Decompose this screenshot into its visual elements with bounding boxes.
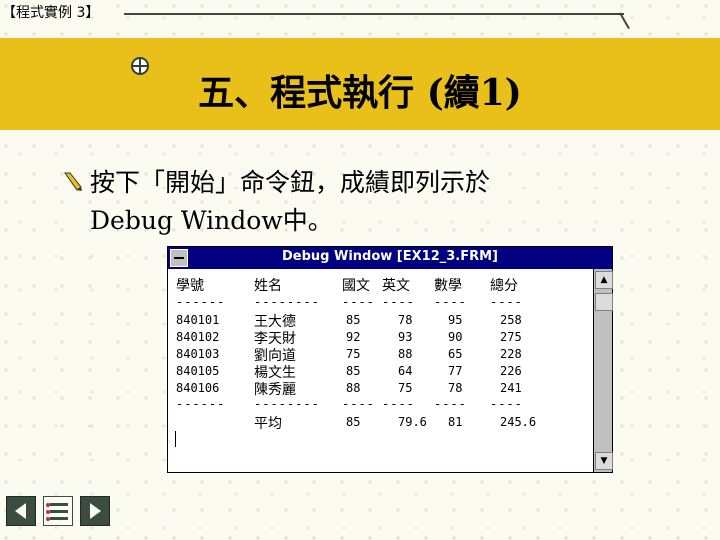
next-slide-button[interactable]	[80, 496, 110, 526]
cell-math: 77	[448, 364, 463, 378]
separator: ------	[176, 295, 226, 309]
arrow-right-icon	[90, 503, 101, 519]
debug-window: Debug Window [EX12_3.FRM] 學號 姓名 國文 英文 數學…	[167, 246, 613, 473]
cell-id: 840101	[176, 313, 220, 327]
debug-window-titlebar[interactable]: Debug Window [EX12_3.FRM]	[168, 247, 612, 269]
cell-english: 75	[398, 381, 413, 395]
slide-title: 五、程式執行 (續1)	[198, 72, 522, 114]
separator: --------	[254, 295, 320, 309]
cell-id: 840102	[176, 330, 220, 344]
header-rule	[124, 13, 624, 15]
debug-output[interactable]: 學號 姓名 國文 英文 數學 總分 ------ -------- ---- -…	[172, 271, 592, 469]
bullet-line-2: Debug Window中。	[90, 206, 333, 235]
cell-id: 840106	[176, 381, 220, 395]
separator: ----	[434, 295, 467, 309]
cell-english: 93	[398, 330, 413, 344]
cell-name: 陳秀麗	[254, 382, 296, 398]
cell-total: 228	[500, 347, 522, 361]
arrow-left-icon	[15, 503, 26, 519]
prev-slide-button[interactable]	[6, 496, 36, 526]
cell-chinese: 85	[346, 313, 361, 327]
cell-total: 258	[500, 313, 522, 327]
separator: ----	[342, 295, 375, 309]
separator: --------	[254, 397, 320, 411]
separator: ----	[342, 397, 375, 411]
header-chinese: 國文	[342, 278, 370, 294]
cell-math: 95	[448, 313, 463, 327]
cell-math: 65	[448, 347, 463, 361]
cell-chinese: 88	[346, 381, 361, 395]
separator: ----	[382, 397, 415, 411]
average-math: 81	[448, 415, 463, 429]
average-total: 245.6	[500, 415, 537, 429]
bullet-line-1: 按下「開始」命令鈕，成績即列示於	[90, 168, 491, 197]
bullet-pencil-icon	[64, 172, 82, 191]
cell-math: 90	[448, 330, 463, 344]
vertical-scrollbar[interactable]: ▲ ▼	[593, 269, 613, 472]
header-english: 英文	[382, 278, 410, 294]
scroll-down-icon[interactable]: ▼	[595, 452, 613, 470]
cell-math: 78	[448, 381, 463, 395]
menu-line-icon	[50, 510, 68, 513]
menu-line-icon	[50, 517, 68, 520]
header-name: 姓名	[254, 278, 282, 294]
cell-chinese: 75	[346, 347, 361, 361]
cell-english: 78	[398, 313, 413, 327]
cell-chinese: 92	[346, 330, 361, 344]
scroll-thumb[interactable]	[595, 293, 613, 311]
header-total: 總分	[490, 278, 518, 294]
debug-window-title: Debug Window [EX12_3.FRM]	[281, 249, 498, 264]
header-math: 數學	[434, 278, 462, 294]
cell-id: 840105	[176, 364, 220, 378]
separator: ----	[490, 397, 523, 411]
cell-total: 226	[500, 364, 522, 378]
average-english: 79.6	[398, 415, 427, 429]
example-label: 【程式實例 3】	[2, 5, 100, 21]
separator: ----	[434, 397, 467, 411]
separator: ----	[490, 295, 523, 309]
slide-menu-button[interactable]	[43, 496, 73, 526]
cell-english: 88	[398, 347, 413, 361]
cell-total: 241	[500, 381, 522, 395]
menu-line-icon	[50, 503, 68, 506]
bullet-text: 按下「開始」命令鈕，成績即列示於 Debug Window中。	[90, 164, 490, 240]
scroll-up-icon[interactable]: ▲	[595, 271, 613, 289]
average-chinese: 85	[346, 415, 361, 429]
header-student-id: 學號	[176, 278, 204, 294]
cell-english: 64	[398, 364, 413, 378]
text-cursor	[175, 431, 176, 447]
cell-chinese: 85	[346, 364, 361, 378]
separator: ----	[382, 295, 415, 309]
cell-id: 840103	[176, 347, 220, 361]
average-label: 平均	[254, 416, 282, 432]
cell-total: 275	[500, 330, 522, 344]
separator: ------	[176, 397, 226, 411]
